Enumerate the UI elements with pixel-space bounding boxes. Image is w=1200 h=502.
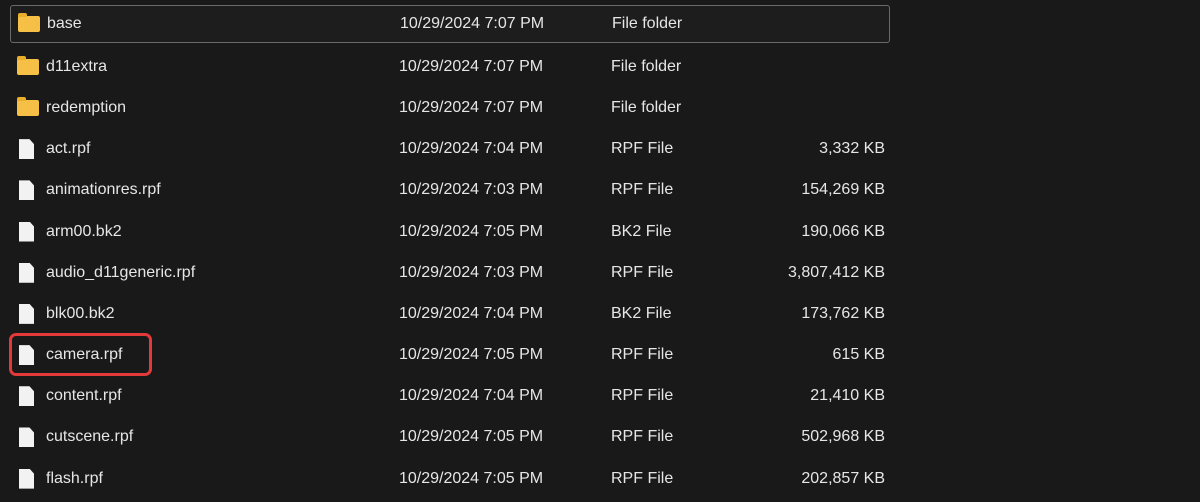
- file-type: RPF File: [611, 140, 674, 158]
- date-modified: 10/29/2024 7:04 PM: [399, 387, 544, 405]
- file-type: RPF File: [611, 181, 674, 199]
- date-modified: 10/29/2024 7:04 PM: [399, 140, 544, 158]
- file-type: RPF File: [611, 387, 674, 405]
- file-row[interactable]: cutscene.rpf 10/29/2024 7:05 PM RPF File 50…: [10, 417, 890, 458]
- file-name: arm00.bk2: [46, 222, 122, 240]
- file-size: 615 KB: [832, 346, 885, 364]
- file-icon: [19, 262, 34, 283]
- date-modified: 10/29/2024 7:07 PM: [400, 15, 545, 32]
- file-list: base 10/29/2024 7:07 PM File folder d11extr…: [10, 5, 890, 499]
- file-name: blk00.bk2: [46, 304, 115, 322]
- folder-icon: [17, 96, 39, 116]
- file-size: 154,269 KB: [801, 181, 885, 199]
- date-modified: 10/29/2024 7:05 PM: [399, 428, 544, 446]
- date-modified: 10/29/2024 7:07 PM: [399, 57, 544, 75]
- folder-icon: [17, 55, 39, 75]
- highlight-box: [9, 333, 152, 376]
- file-name: cutscene.rpf: [46, 428, 134, 446]
- folder-icon: [18, 13, 40, 32]
- file-row[interactable]: blk00.bk2 10/29/2024 7:04 PM BK2 File 173,7…: [10, 293, 890, 334]
- file-name: content.rpf: [46, 387, 122, 405]
- file-icon: [19, 303, 34, 324]
- file-type: File folder: [612, 15, 683, 32]
- file-type: BK2 File: [611, 304, 672, 322]
- file-name: act.rpf: [46, 140, 91, 158]
- date-modified: 10/29/2024 7:05 PM: [399, 222, 544, 240]
- date-modified: 10/29/2024 7:04 PM: [399, 304, 544, 322]
- file-type: File folder: [611, 57, 682, 75]
- file-type: RPF File: [611, 346, 674, 364]
- file-size: 21,410 KB: [810, 387, 885, 405]
- file-size: 190,066 KB: [801, 222, 885, 240]
- file-row[interactable]: content.rpf 10/29/2024 7:04 PM RPF File 21,…: [10, 376, 890, 417]
- file-name: flash.rpf: [46, 469, 103, 487]
- file-row[interactable]: flash.rpf 10/29/2024 7:05 PM RPF File 202,8…: [10, 458, 890, 499]
- date-modified: 10/29/2024 7:05 PM: [399, 346, 544, 364]
- file-type: BK2 File: [611, 222, 672, 240]
- file-row[interactable]: d11extra 10/29/2024 7:07 PM File folder: [10, 46, 890, 87]
- file-name: audio_d11generic.rpf: [46, 263, 196, 281]
- file-size: 3,332 KB: [819, 140, 885, 158]
- file-row[interactable]: act.rpf 10/29/2024 7:04 PM RPF File 3,332 K…: [10, 129, 890, 170]
- file-icon: [19, 427, 34, 448]
- file-type: File folder: [611, 98, 682, 116]
- file-icon: [19, 468, 34, 489]
- file-row[interactable]: redemption 10/29/2024 7:07 PM File folder: [10, 87, 890, 128]
- file-name: redemption: [46, 98, 127, 116]
- file-name: base: [47, 15, 82, 32]
- file-name: animationres.rpf: [46, 181, 161, 199]
- date-modified: 10/29/2024 7:05 PM: [399, 469, 544, 487]
- file-row[interactable]: audio_d11generic.rpf 10/29/2024 7:03 PM RP…: [10, 252, 890, 293]
- file-row[interactable]: base 10/29/2024 7:07 PM File folder: [10, 5, 890, 43]
- file-row[interactable]: animationres.rpf 10/29/2024 7:03 PM RPF Fi…: [10, 170, 890, 211]
- file-type: RPF File: [611, 469, 674, 487]
- file-size: 3,807,412 KB: [788, 263, 885, 281]
- file-name: d11extra: [46, 57, 108, 75]
- file-row[interactable]: arm00.bk2 10/29/2024 7:05 PM BK2 File 190,0…: [10, 211, 890, 252]
- file-type: RPF File: [611, 428, 674, 446]
- date-modified: 10/29/2024 7:03 PM: [399, 181, 544, 199]
- file-type: RPF File: [611, 263, 674, 281]
- date-modified: 10/29/2024 7:07 PM: [399, 98, 544, 116]
- date-modified: 10/29/2024 7:03 PM: [399, 263, 544, 281]
- file-size: 173,762 KB: [801, 304, 885, 322]
- file-icon: [19, 139, 34, 160]
- file-icon: [19, 221, 34, 242]
- file-icon: [19, 180, 34, 201]
- file-size: 502,968 KB: [801, 428, 885, 446]
- file-icon: [19, 386, 34, 407]
- file-size: 202,857 KB: [801, 469, 885, 487]
